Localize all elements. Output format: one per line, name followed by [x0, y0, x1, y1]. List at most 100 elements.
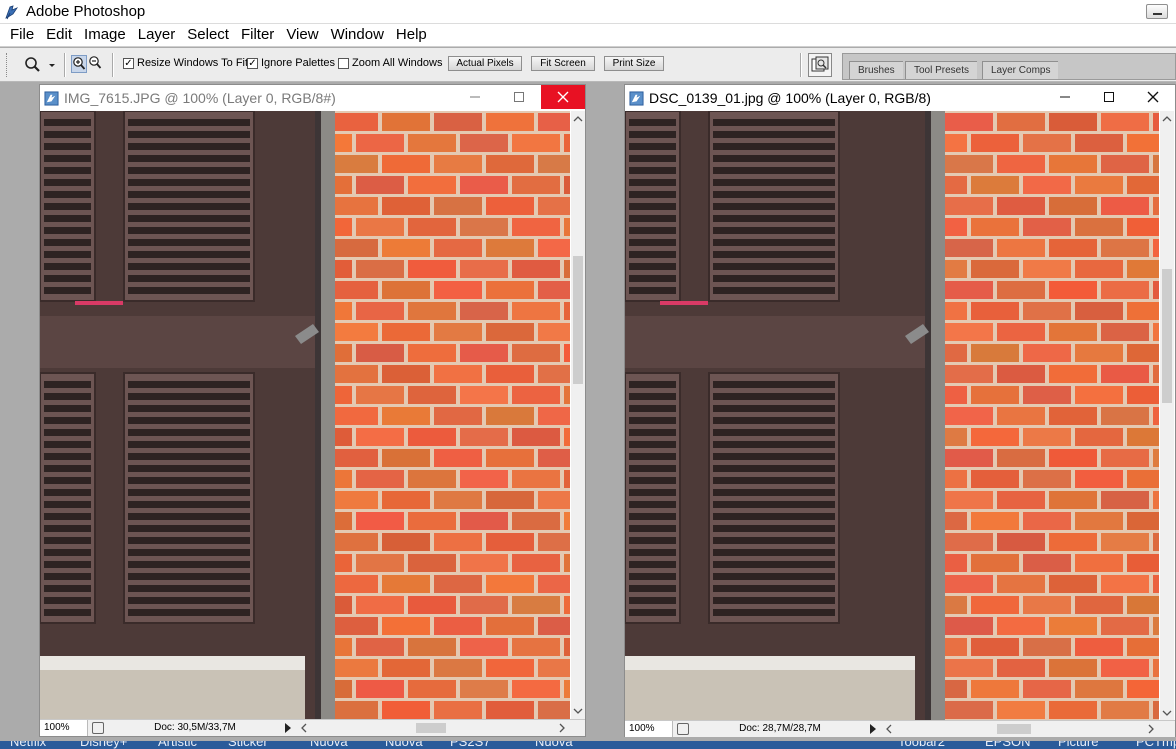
- document-title: IMG_7615.JPG @ 100% (Layer 0, RGB/8#): [64, 90, 336, 106]
- zoom-tool-icon: [25, 57, 55, 72]
- fit-screen-button[interactable]: Fit Screen: [531, 56, 595, 71]
- options-bar-grip[interactable]: [6, 53, 9, 77]
- status-menu-arrow-icon[interactable]: [284, 723, 292, 733]
- scroll-right-icon[interactable]: [1147, 724, 1155, 734]
- minimize-icon: [1060, 96, 1070, 98]
- actual-pixels-button[interactable]: Actual Pixels: [448, 56, 522, 71]
- taskbar-item[interactable]: Nuova: [385, 741, 423, 749]
- doc-size-info: Doc: 28,7M/28,7M: [739, 723, 821, 734]
- document-window-2[interactable]: DSC_0139_01.jpg @ 100% (Layer 0, RGB/8) …: [624, 84, 1176, 737]
- zoom-out-icon: [89, 56, 102, 69]
- horizontal-scroll-thumb[interactable]: [416, 723, 446, 733]
- image-canvas[interactable]: [625, 111, 1159, 721]
- maximize-button[interactable]: [497, 85, 541, 109]
- document-window-1[interactable]: IMG_7615.JPG @ 100% (Layer 0, RGB/8#) 10…: [39, 84, 586, 737]
- image-canvas[interactable]: [40, 111, 570, 719]
- file-browser-icon: [811, 56, 829, 72]
- separator: [112, 53, 114, 77]
- print-size-button[interactable]: Print Size: [604, 56, 664, 71]
- app-titlebar: Adobe Photoshop: [0, 0, 1176, 24]
- tab-tool-presets[interactable]: Tool Presets: [905, 61, 978, 79]
- status-info-icon[interactable]: [92, 722, 104, 734]
- zoom-in-button[interactable]: [71, 55, 87, 73]
- status-menu-arrow-icon[interactable]: [869, 724, 877, 734]
- tool-preset-picker[interactable]: [22, 55, 58, 75]
- vertical-scrollbar[interactable]: [1160, 111, 1174, 721]
- status-bar: 100% Doc: 28,7M/28,7M: [625, 720, 1175, 737]
- zoom-all-windows-checkbox[interactable]: Zoom All Windows: [338, 57, 442, 69]
- taskbar-item[interactable]: PCTmp: [1136, 741, 1176, 749]
- separator: [800, 53, 802, 77]
- horizontal-scroll-thumb[interactable]: [997, 724, 1031, 734]
- separator: [64, 53, 66, 77]
- menu-bar: File Edit Image Layer Select Filter View…: [0, 24, 1176, 47]
- zoom-level-field[interactable]: 100%: [625, 721, 673, 737]
- checkmark-icon: ✓: [247, 57, 258, 69]
- resize-windows-checkbox[interactable]: ✓ Resize Windows To Fit: [123, 57, 248, 69]
- resize-windows-label: Resize Windows To Fit: [137, 57, 249, 69]
- ignore-palettes-label: Ignore Palettes: [261, 57, 335, 69]
- zoom-level-field[interactable]: 100%: [40, 720, 88, 736]
- maximize-icon: [1104, 92, 1114, 102]
- taskbar: Netflix Disney+ Artistic Sticker Nuova N…: [0, 741, 1176, 749]
- checkmark-icon: ✓: [123, 57, 134, 69]
- close-button[interactable]: [541, 85, 585, 109]
- minimize-app-button[interactable]: [1146, 4, 1168, 19]
- menu-filter[interactable]: Filter: [235, 24, 280, 46]
- menu-file[interactable]: File: [4, 24, 40, 46]
- photo-image: [40, 111, 570, 719]
- scroll-thumb[interactable]: [1162, 269, 1172, 403]
- scroll-right-icon[interactable]: [558, 723, 566, 733]
- menu-select[interactable]: Select: [181, 24, 235, 46]
- scroll-down-icon[interactable]: [1160, 707, 1174, 719]
- taskbar-item[interactable]: Disney+: [80, 741, 127, 749]
- window-buttons: [1043, 85, 1175, 109]
- status-info-icon[interactable]: [677, 723, 689, 735]
- scroll-left-icon[interactable]: [885, 724, 893, 734]
- zoom-out-button[interactable]: [88, 55, 104, 73]
- document-title: DSC_0139_01.jpg @ 100% (Layer 0, RGB/8): [649, 90, 931, 106]
- minimize-icon: [470, 96, 480, 98]
- vertical-scrollbar[interactable]: [571, 111, 585, 719]
- zoom-in-icon: [73, 57, 86, 70]
- window-buttons: [453, 85, 585, 109]
- taskbar-item[interactable]: Netflix: [10, 741, 46, 749]
- taskbar-item[interactable]: Nuova: [310, 741, 348, 749]
- ignore-palettes-checkbox[interactable]: ✓ Ignore Palettes: [247, 57, 335, 69]
- close-icon: [1147, 91, 1159, 103]
- document-icon: [629, 90, 644, 106]
- zoom-all-windows-label: Zoom All Windows: [352, 57, 443, 69]
- scroll-up-icon[interactable]: [571, 113, 585, 125]
- photoshop-feather-icon: [5, 4, 19, 19]
- menu-help[interactable]: Help: [390, 24, 433, 46]
- scroll-down-icon[interactable]: [571, 705, 585, 717]
- taskbar-item[interactable]: PS2S7: [450, 741, 490, 749]
- tab-layer-comps[interactable]: Layer Comps: [982, 61, 1059, 79]
- menu-view[interactable]: View: [280, 24, 324, 46]
- menu-window[interactable]: Window: [325, 24, 390, 46]
- doc-size-info: Doc: 30,5M/33,7M: [154, 722, 236, 733]
- taskbar-item[interactable]: Nuova: [535, 741, 573, 749]
- document-icon: [44, 90, 59, 106]
- scroll-left-icon[interactable]: [300, 723, 308, 733]
- menu-layer[interactable]: Layer: [132, 24, 182, 46]
- taskbar-item[interactable]: Sticker: [228, 741, 268, 749]
- minimize-button[interactable]: [1043, 85, 1087, 109]
- menu-edit[interactable]: Edit: [40, 24, 78, 46]
- close-button[interactable]: [1131, 85, 1175, 109]
- file-browser-button[interactable]: [808, 53, 832, 77]
- menu-image[interactable]: Image: [78, 24, 132, 46]
- tab-brushes[interactable]: Brushes: [849, 61, 903, 79]
- taskbar-item[interactable]: Toobar2: [898, 741, 945, 749]
- app-title: Adobe Photoshop: [26, 3, 146, 20]
- maximize-button[interactable]: [1087, 85, 1131, 109]
- taskbar-item[interactable]: Picture: [1058, 741, 1098, 749]
- minimize-button[interactable]: [453, 85, 497, 109]
- taskbar-item[interactable]: EPSON: [985, 741, 1031, 749]
- taskbar-item[interactable]: Artistic: [158, 741, 197, 749]
- close-icon: [557, 91, 569, 103]
- scroll-thumb[interactable]: [573, 256, 583, 384]
- palette-well: Brushes Tool Presets Layer Comps: [842, 53, 1176, 80]
- status-bar: 100% Doc: 30,5M/33,7M: [40, 719, 585, 736]
- scroll-up-icon[interactable]: [1160, 113, 1174, 125]
